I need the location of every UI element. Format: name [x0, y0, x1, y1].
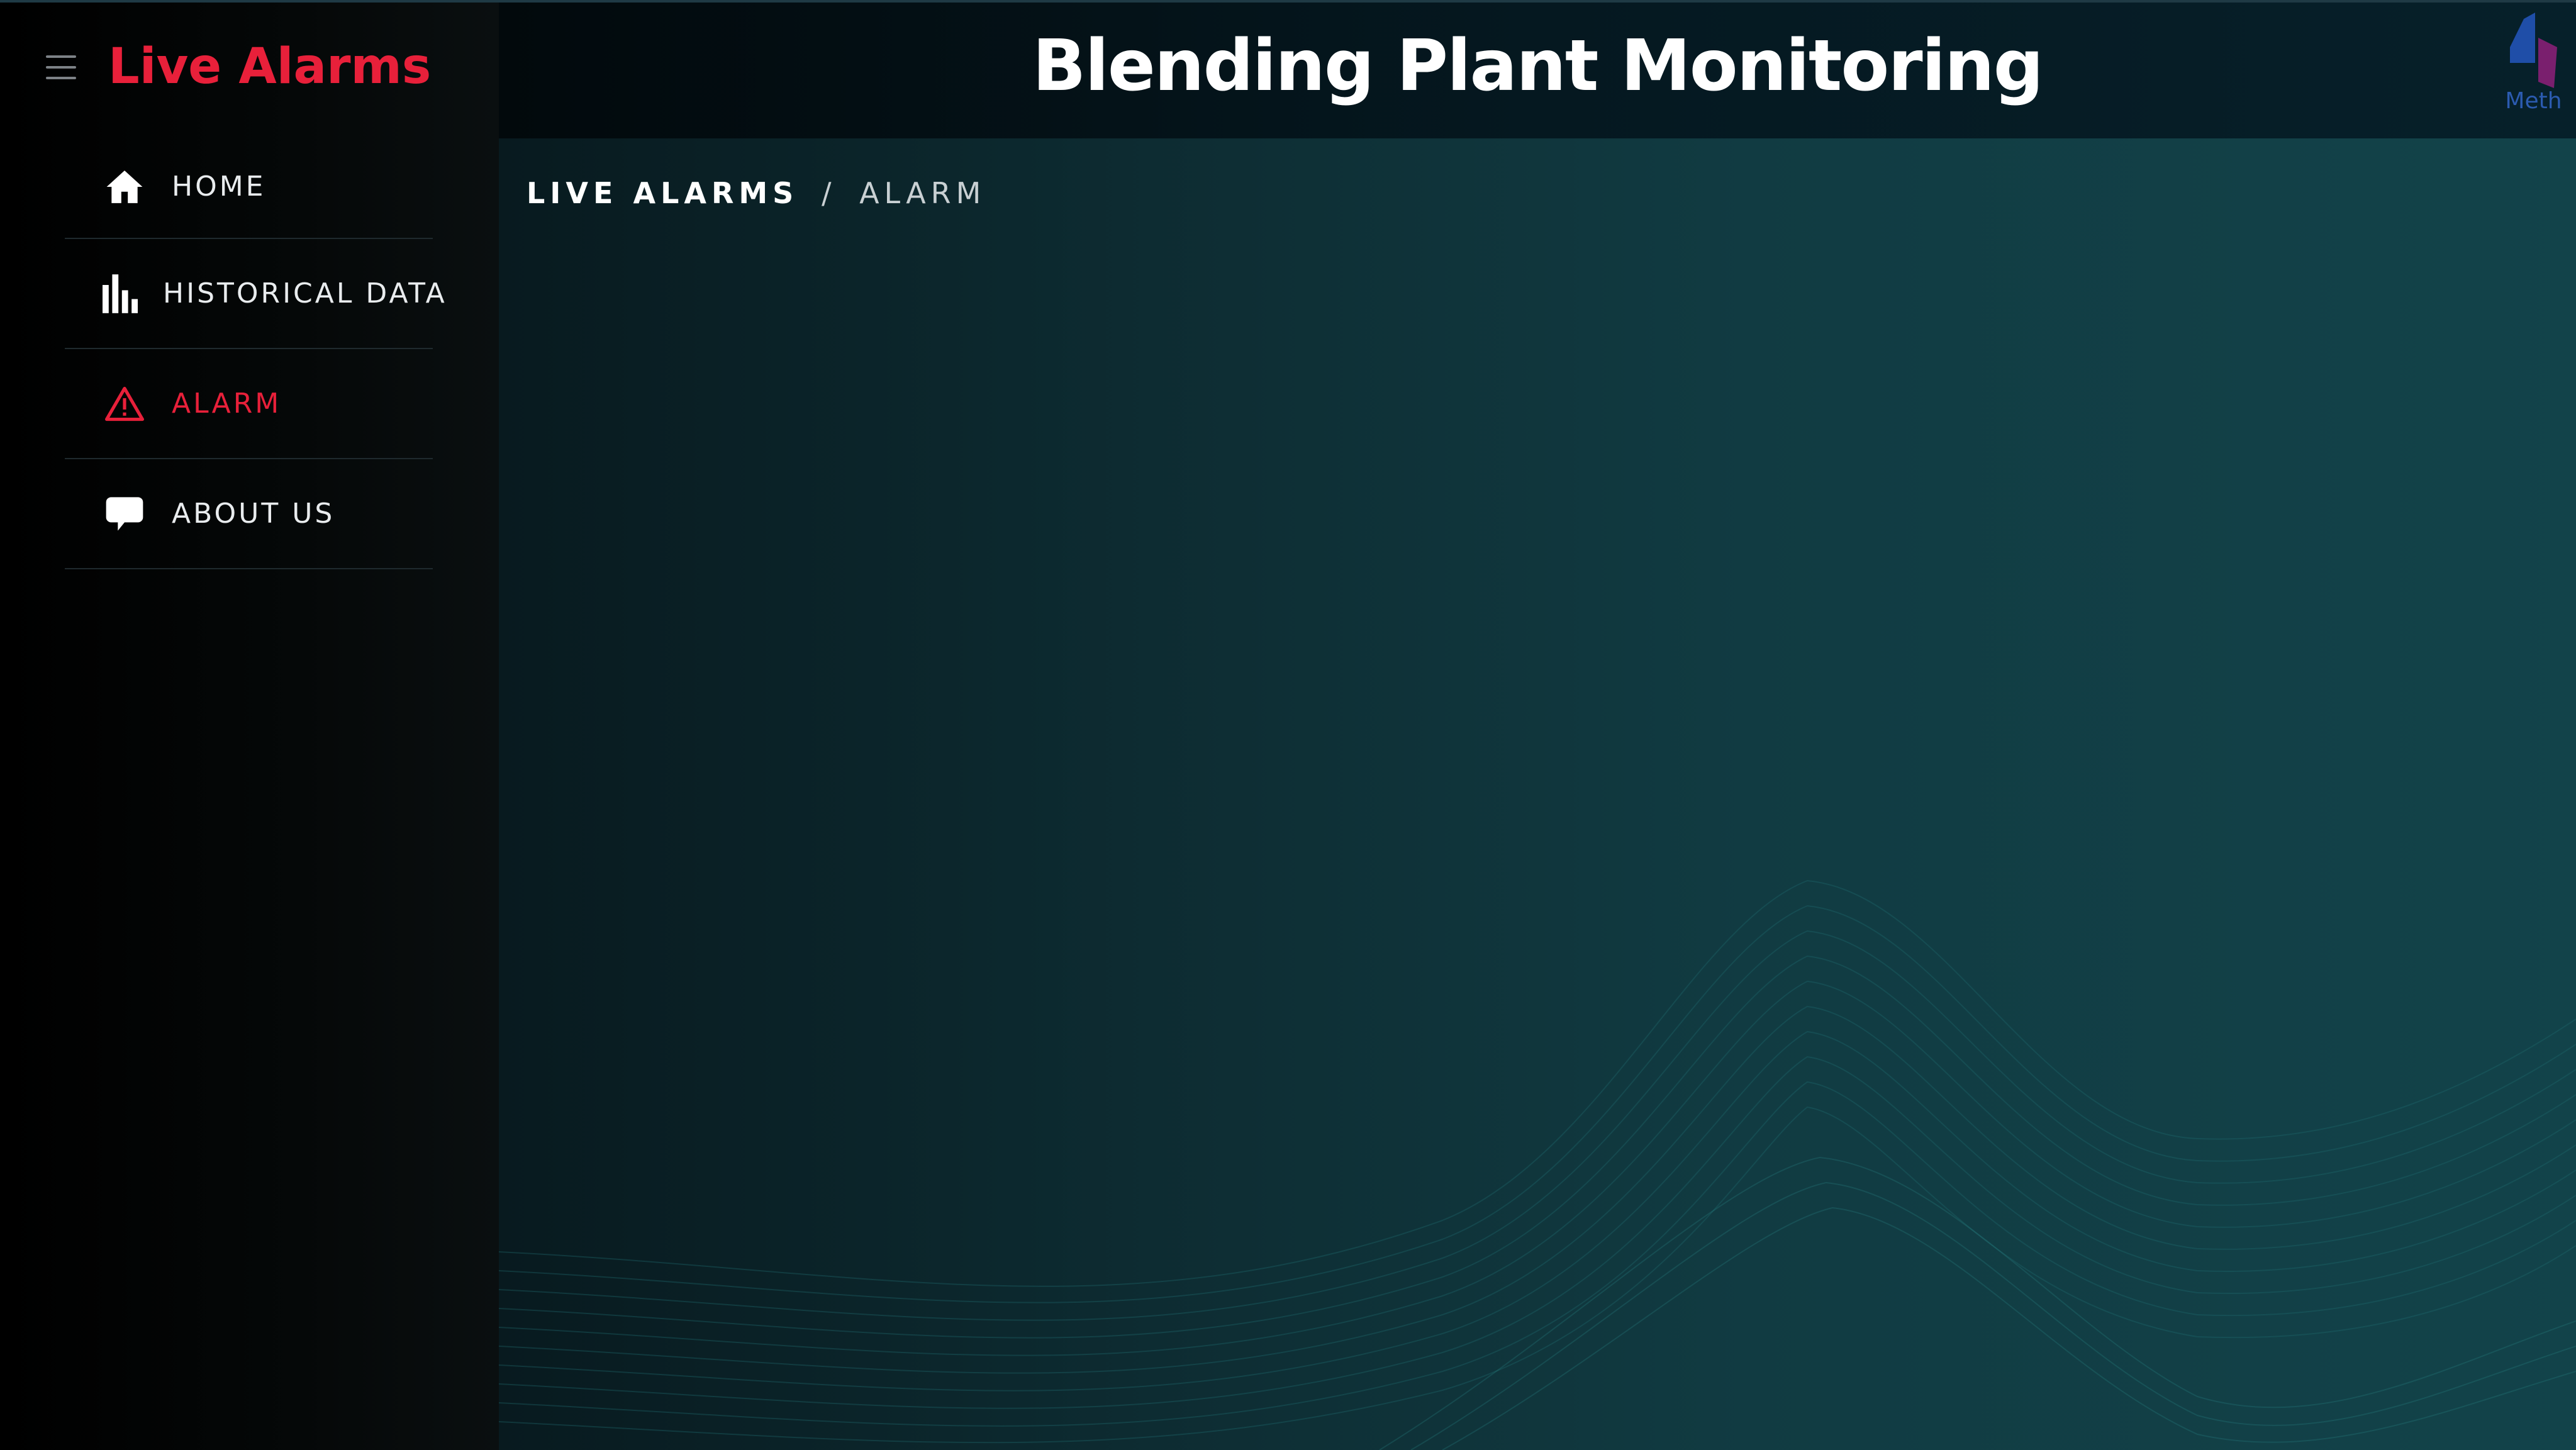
sidebar-item-label: HOME	[172, 170, 266, 203]
top-edge	[0, 0, 2576, 3]
header-bar: Blending Plant Monitoring Meth	[499, 0, 2576, 138]
brand-title: Live Alarms	[108, 38, 432, 95]
sidebar-item-label: HISTORICAL DATA	[163, 277, 447, 310]
home-icon	[103, 165, 147, 209]
logo-text: Meth	[2505, 88, 2562, 114]
background-waves	[499, 879, 2576, 1450]
breadcrumb: LIVE ALARMS / ALARM	[527, 176, 986, 210]
main-content: LIVE ALARMS / ALARM	[499, 138, 2576, 1450]
warning-icon	[103, 382, 147, 426]
sidebar-item-about-us[interactable]: ABOUT US	[65, 459, 433, 569]
bar-chart-icon	[103, 272, 138, 316]
hamburger-menu-icon[interactable]	[46, 55, 76, 79]
chat-bubble-icon	[103, 492, 147, 536]
breadcrumb-current: ALARM	[859, 176, 986, 210]
app-window: Live Alarms HOME HISTORICAL DATA ALARM A…	[0, 0, 2576, 1450]
sidebar-item-label: ABOUT US	[172, 498, 335, 530]
sidebar-item-alarm[interactable]: ALARM	[65, 349, 433, 459]
page-title: Blending Plant Monitoring	[1032, 25, 2044, 107]
sidebar-nav: HOME HISTORICAL DATA ALARM ABOUT US	[65, 135, 445, 569]
sidebar: Live Alarms HOME HISTORICAL DATA ALARM A…	[0, 0, 499, 1450]
sidebar-item-home[interactable]: HOME	[65, 135, 433, 239]
sidebar-item-historical-data[interactable]: HISTORICAL DATA	[65, 239, 445, 349]
breadcrumb-separator: /	[821, 176, 837, 210]
logo-mark-icon	[2510, 13, 2557, 88]
breadcrumb-root[interactable]: LIVE ALARMS	[527, 176, 798, 210]
company-logo: Meth	[2491, 13, 2576, 126]
sidebar-item-label: ALARM	[172, 388, 282, 420]
